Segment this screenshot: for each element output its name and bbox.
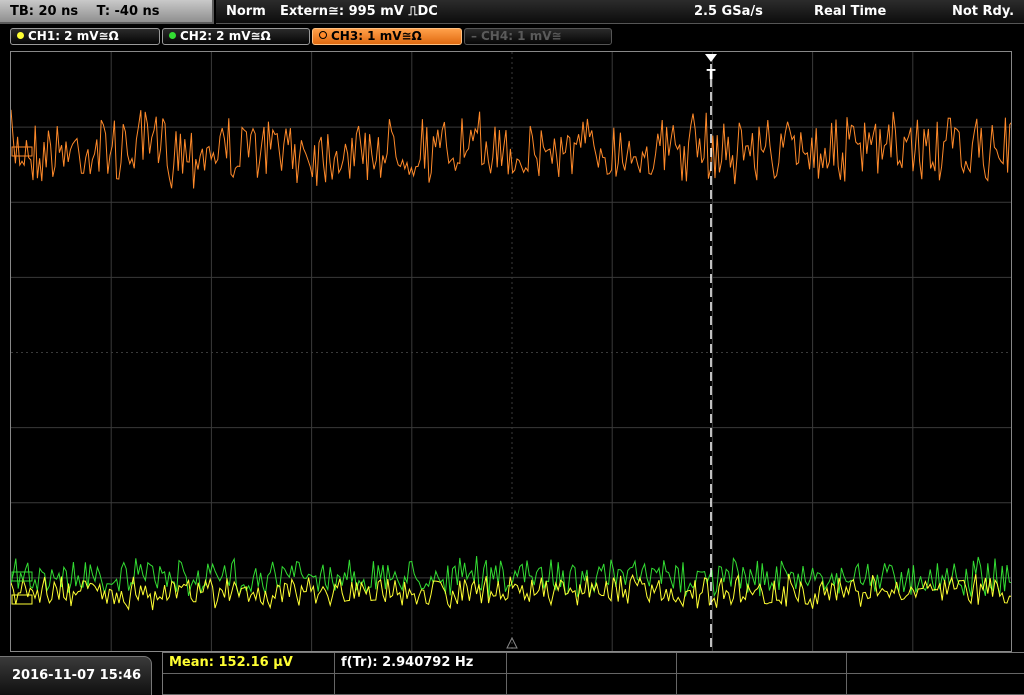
trigger-arrow-icon[interactable] [705,54,717,62]
acquisition-mode: Real Time [814,4,887,19]
datetime: 2016-11-07 15:46 [12,668,142,683]
measurement-slot-9[interactable] [677,674,847,695]
ch2-waveform [11,555,1011,599]
channel-tabs: CH1: 2 mV≅Ω CH2: 2 mV≅Ω CH3: 1 mV≅Ω – CH4… [0,25,1024,49]
ch1-waveform [11,573,1011,611]
timebase-panel[interactable]: TB: 20 ns T: -40 ns [0,0,214,24]
measurement-slot-10[interactable] [847,674,1024,695]
ch3-waveform [11,109,1011,189]
ch3-dot-icon [319,31,327,39]
timebase-value: TB: 20 ns [10,4,79,19]
ch2-dot-icon [169,32,176,39]
trigger-marker-label: T [707,68,716,83]
channel-tab-ch2[interactable]: CH2: 2 mV≅Ω [162,28,310,45]
measurement-mean[interactable]: Mean: 152.16 µV [163,653,335,674]
measurement-slot-7[interactable] [335,674,507,695]
trigger-status-bar[interactable]: Norm Extern≅: 995 mV ⎍DC 2.5 GSa/s Real … [216,0,1024,24]
channel-tab-ch3[interactable]: CH3: 1 mV≅Ω [312,28,462,45]
ch4-label: CH4: 1 mV≅ [481,29,562,43]
datetime-panel: 2016-11-07 15:46 [0,656,152,695]
measurement-panel[interactable]: Mean: 152.16 µV f(Tr): 2.940792 Hz [162,652,1024,695]
waveform-svg: T [11,52,1011,651]
ch4-minus-icon: – [471,29,477,43]
channel-tab-ch4[interactable]: – CH4: 1 mV≅ [464,28,612,45]
acquisition-state: Not Rdy. [952,4,1015,19]
ch3-label: CH3: 1 mV≅Ω [331,29,422,43]
measurement-trigger-frequency[interactable]: f(Tr): 2.940792 Hz [335,653,507,674]
trigger-time-value: T: -40 ns [96,4,160,19]
measurement-slot-8[interactable] [507,674,677,695]
waveform-display[interactable]: T [10,51,1012,652]
ch1-label: CH1: 2 mV≅Ω [28,29,119,43]
trigger-mode: Norm [226,4,266,19]
measurement-slot-5[interactable] [847,653,1024,674]
measurement-slot-4[interactable] [677,653,847,674]
trigger-source: Extern≅: 995 mV ⎍DC [280,4,438,19]
measurement-slot-3[interactable] [507,653,677,674]
channel-tab-ch1[interactable]: CH1: 2 mV≅Ω [10,28,160,45]
sample-rate: 2.5 GSa/s [694,4,763,19]
ch1-dot-icon [17,32,24,39]
measurement-slot-6[interactable] [163,674,335,695]
ch2-label: CH2: 2 mV≅Ω [180,29,271,43]
